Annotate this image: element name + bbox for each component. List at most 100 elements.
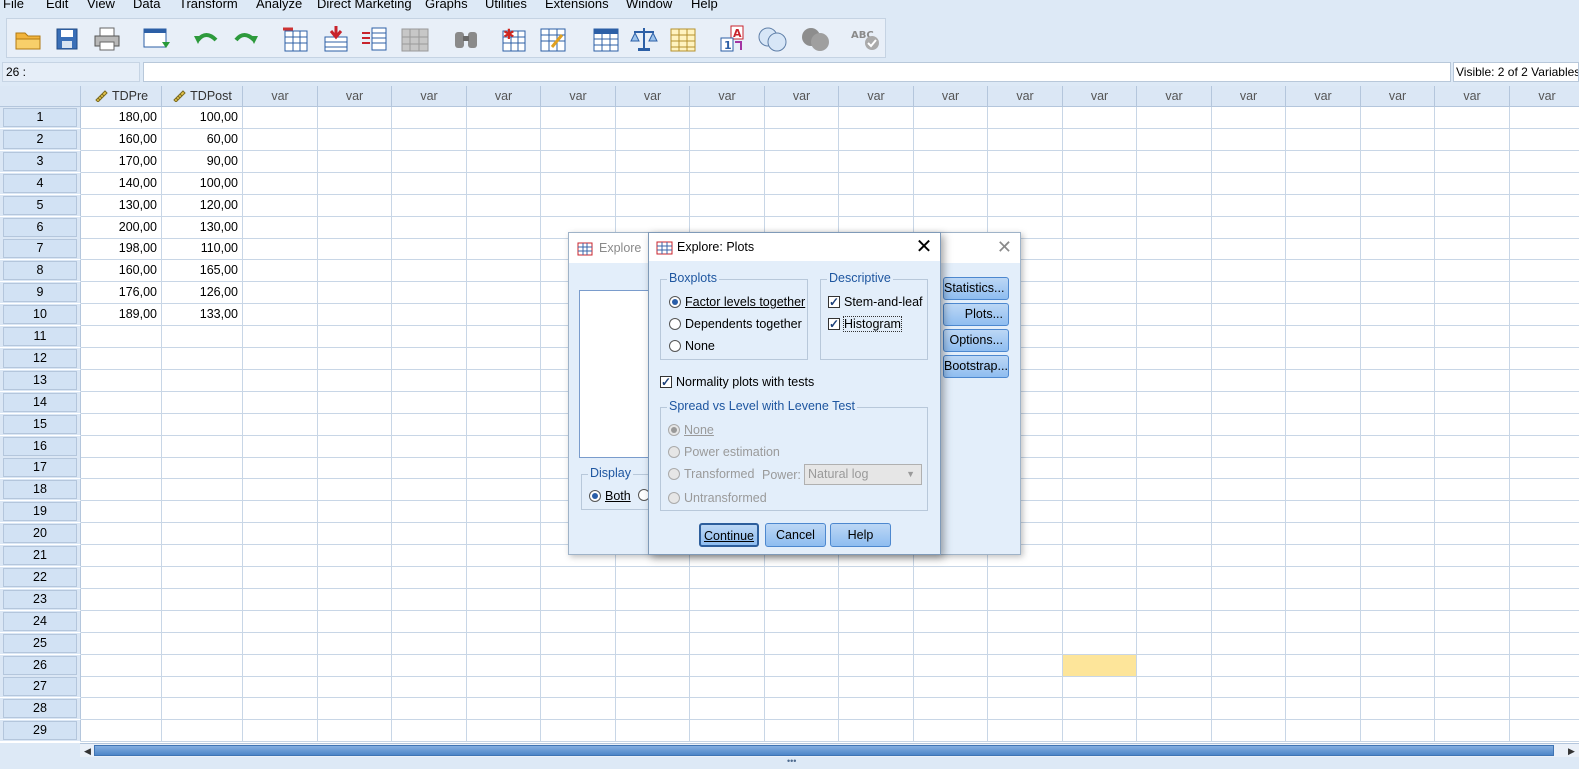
row-header[interactable]: 29 xyxy=(0,720,81,743)
table-cell[interactable] xyxy=(1212,304,1286,327)
table-cell[interactable] xyxy=(467,216,541,239)
row-header[interactable]: 22 xyxy=(0,566,81,589)
table-cell[interactable] xyxy=(392,282,467,305)
column-header-var[interactable]: var xyxy=(1361,86,1435,107)
table-cell[interactable] xyxy=(541,172,616,195)
table-cell[interactable] xyxy=(243,457,318,480)
column-header-var[interactable]: var xyxy=(541,86,616,107)
table-cell[interactable] xyxy=(467,632,541,655)
table-cell[interactable] xyxy=(616,610,690,633)
table-cell[interactable] xyxy=(243,260,318,283)
table-cell[interactable] xyxy=(765,588,839,611)
table-cell[interactable] xyxy=(765,676,839,699)
row-header[interactable]: 2 xyxy=(0,128,81,151)
table-cell[interactable] xyxy=(318,107,392,129)
table-cell[interactable] xyxy=(392,566,467,589)
table-cell[interactable] xyxy=(243,216,318,239)
table-cell[interactable] xyxy=(541,128,616,151)
table-cell[interactable] xyxy=(1212,326,1286,348)
table-cell[interactable] xyxy=(1510,348,1579,370)
table-cell[interactable] xyxy=(1361,238,1435,261)
table-cell[interactable] xyxy=(616,172,690,195)
table-cell[interactable] xyxy=(1510,457,1579,480)
table-cell[interactable] xyxy=(318,501,392,524)
table-cell[interactable] xyxy=(1435,610,1510,633)
table-cell[interactable] xyxy=(1361,501,1435,524)
table-cell[interactable] xyxy=(467,610,541,633)
table-cell[interactable] xyxy=(1212,435,1286,458)
table-cell[interactable] xyxy=(467,150,541,173)
table-cell[interactable] xyxy=(1212,128,1286,151)
table-cell[interactable] xyxy=(1286,304,1361,327)
table-cell[interactable] xyxy=(1435,457,1510,480)
table-cell[interactable] xyxy=(81,698,162,721)
table-cell[interactable] xyxy=(243,347,318,370)
table-cell[interactable] xyxy=(467,260,541,283)
table-cell[interactable] xyxy=(1286,282,1361,305)
table-cell[interactable] xyxy=(81,720,162,743)
table-cell[interactable] xyxy=(541,566,616,589)
table-cell[interactable] xyxy=(1361,216,1435,239)
boxplots-none-radio[interactable]: None xyxy=(669,339,715,353)
table-cell[interactable] xyxy=(1510,260,1579,283)
table-cell[interactable] xyxy=(318,632,392,655)
table-cell[interactable] xyxy=(162,501,243,524)
column-header-var[interactable]: var xyxy=(1286,86,1361,107)
table-cell[interactable]: 160,00 xyxy=(81,128,162,151)
column-header-var[interactable]: var xyxy=(765,86,839,107)
table-cell[interactable] xyxy=(1286,194,1361,217)
table-cell[interactable] xyxy=(1063,128,1137,151)
table-cell[interactable] xyxy=(541,654,616,677)
table-cell[interactable] xyxy=(1063,172,1137,195)
table-cell[interactable] xyxy=(1435,107,1510,129)
table-cell[interactable] xyxy=(318,194,392,217)
scrollbar-thumb[interactable] xyxy=(94,745,1554,756)
table-cell[interactable] xyxy=(318,347,392,370)
table-cell[interactable] xyxy=(318,128,392,151)
table-cell[interactable] xyxy=(765,566,839,589)
table-cell[interactable] xyxy=(1212,150,1286,173)
table-cell[interactable] xyxy=(1212,260,1286,283)
table-cell[interactable] xyxy=(318,238,392,261)
table-cell[interactable] xyxy=(1063,391,1137,414)
table-cell[interactable] xyxy=(243,413,318,436)
table-cell[interactable] xyxy=(162,457,243,480)
run-descriptives-icon[interactable] xyxy=(400,24,430,54)
table-cell[interactable] xyxy=(1286,720,1361,743)
table-cell[interactable] xyxy=(1137,128,1212,151)
table-cell[interactable] xyxy=(914,676,988,699)
table-cell[interactable] xyxy=(1286,435,1361,458)
table-cell[interactable] xyxy=(392,632,467,655)
table-cell[interactable] xyxy=(1435,391,1510,414)
table-cell[interactable] xyxy=(392,676,467,699)
table-cell[interactable] xyxy=(839,698,914,721)
row-header[interactable]: 23 xyxy=(0,588,81,611)
menu-file[interactable]: File xyxy=(3,0,24,11)
table-cell[interactable]: 198,00 xyxy=(81,238,162,261)
table-cell[interactable] xyxy=(392,347,467,370)
table-cell[interactable] xyxy=(839,194,914,217)
table-cell[interactable] xyxy=(988,698,1063,721)
table-cell[interactable] xyxy=(318,523,392,546)
table-cell[interactable] xyxy=(392,610,467,633)
table-cell[interactable] xyxy=(1361,632,1435,655)
table-cell[interactable] xyxy=(1063,545,1137,567)
table-cell[interactable] xyxy=(1361,369,1435,392)
row-header[interactable]: 11 xyxy=(0,326,81,348)
table-cell[interactable] xyxy=(1361,128,1435,151)
table-cell[interactable] xyxy=(467,326,541,348)
table-cell[interactable] xyxy=(1137,260,1212,283)
table-cell[interactable] xyxy=(162,369,243,392)
table-cell[interactable] xyxy=(162,545,243,567)
table-cell[interactable] xyxy=(243,282,318,305)
table-cell[interactable] xyxy=(1137,720,1212,743)
table-cell[interactable] xyxy=(1435,150,1510,173)
table-cell[interactable] xyxy=(467,501,541,524)
table-cell[interactable] xyxy=(243,435,318,458)
table-cell[interactable] xyxy=(1361,610,1435,633)
table-cell[interactable] xyxy=(162,391,243,414)
table-cell[interactable] xyxy=(392,391,467,414)
table-cell[interactable] xyxy=(392,172,467,195)
table-cell[interactable] xyxy=(318,676,392,699)
value-labels-icon[interactable]: A1 xyxy=(719,24,749,54)
